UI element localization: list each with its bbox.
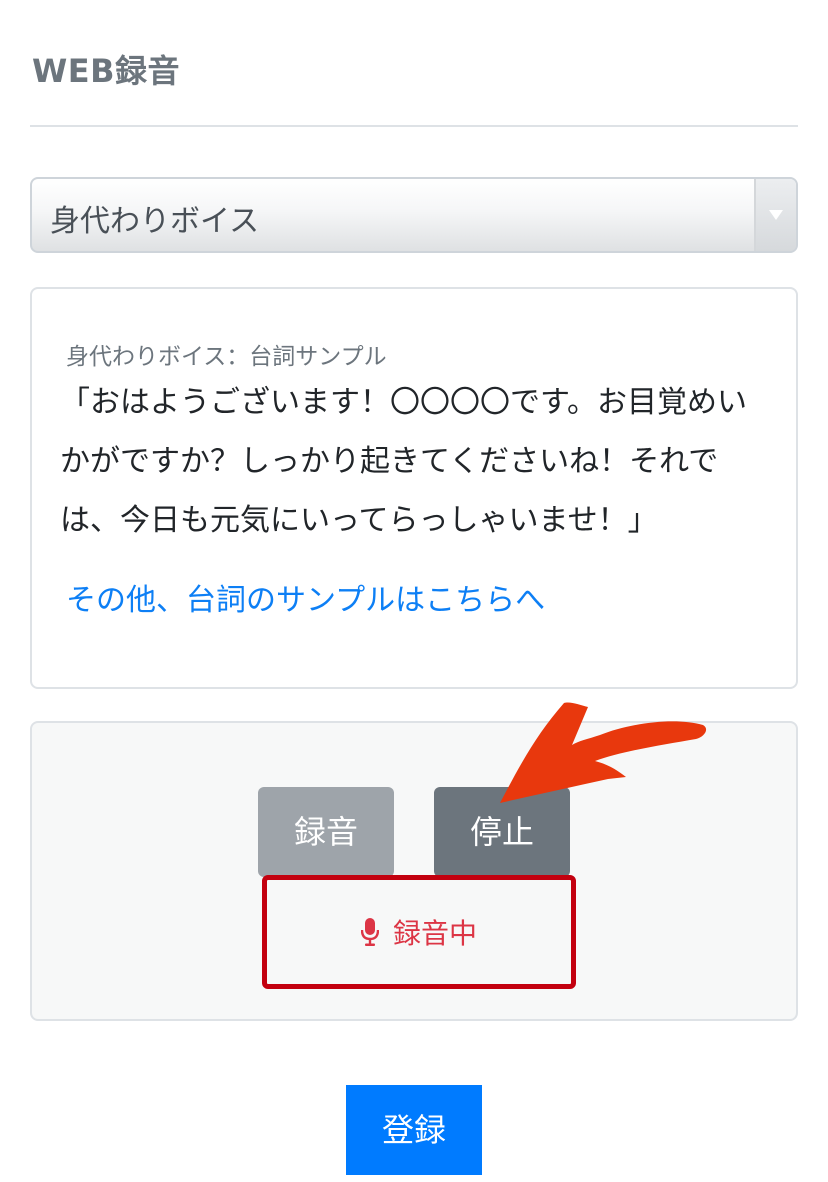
sample-script-card: 身代わりボイス：台詞サンプル 「おはようございます！〇〇〇〇です。お目覚めいかが… [30, 287, 798, 689]
divider [30, 125, 798, 127]
recording-status: 録音中 [267, 880, 571, 984]
voice-type-select[interactable]: 身代わりボイス [30, 177, 798, 253]
voice-type-selected-value: 身代わりボイス [50, 204, 260, 239]
sample-script-text: 「おはようございます！〇〇〇〇です。お目覚めいかがですか？しっかり起きてください… [60, 385, 747, 538]
microphone-icon [360, 918, 379, 946]
page-title: WEB録音 [32, 52, 181, 90]
web-recording-page: WEB録音 身代わりボイス 身代わりボイス：台詞サンプル 「おはようございます！… [0, 0, 828, 1182]
recording-status-highlight: 録音中 [262, 875, 576, 989]
annotation-arrow-icon [500, 702, 707, 803]
triangle-down-icon [769, 210, 783, 220]
register-button[interactable]: 登録 [346, 1085, 482, 1175]
recording-status-label: 録音中 [392, 917, 477, 950]
more-samples-link[interactable]: その他、台詞のサンプルはこちらへ [66, 575, 545, 619]
record-button[interactable]: 録音 [258, 787, 394, 877]
select-arrow[interactable] [754, 179, 796, 251]
sample-caption: 身代わりボイス：台詞サンプル [66, 344, 387, 370]
